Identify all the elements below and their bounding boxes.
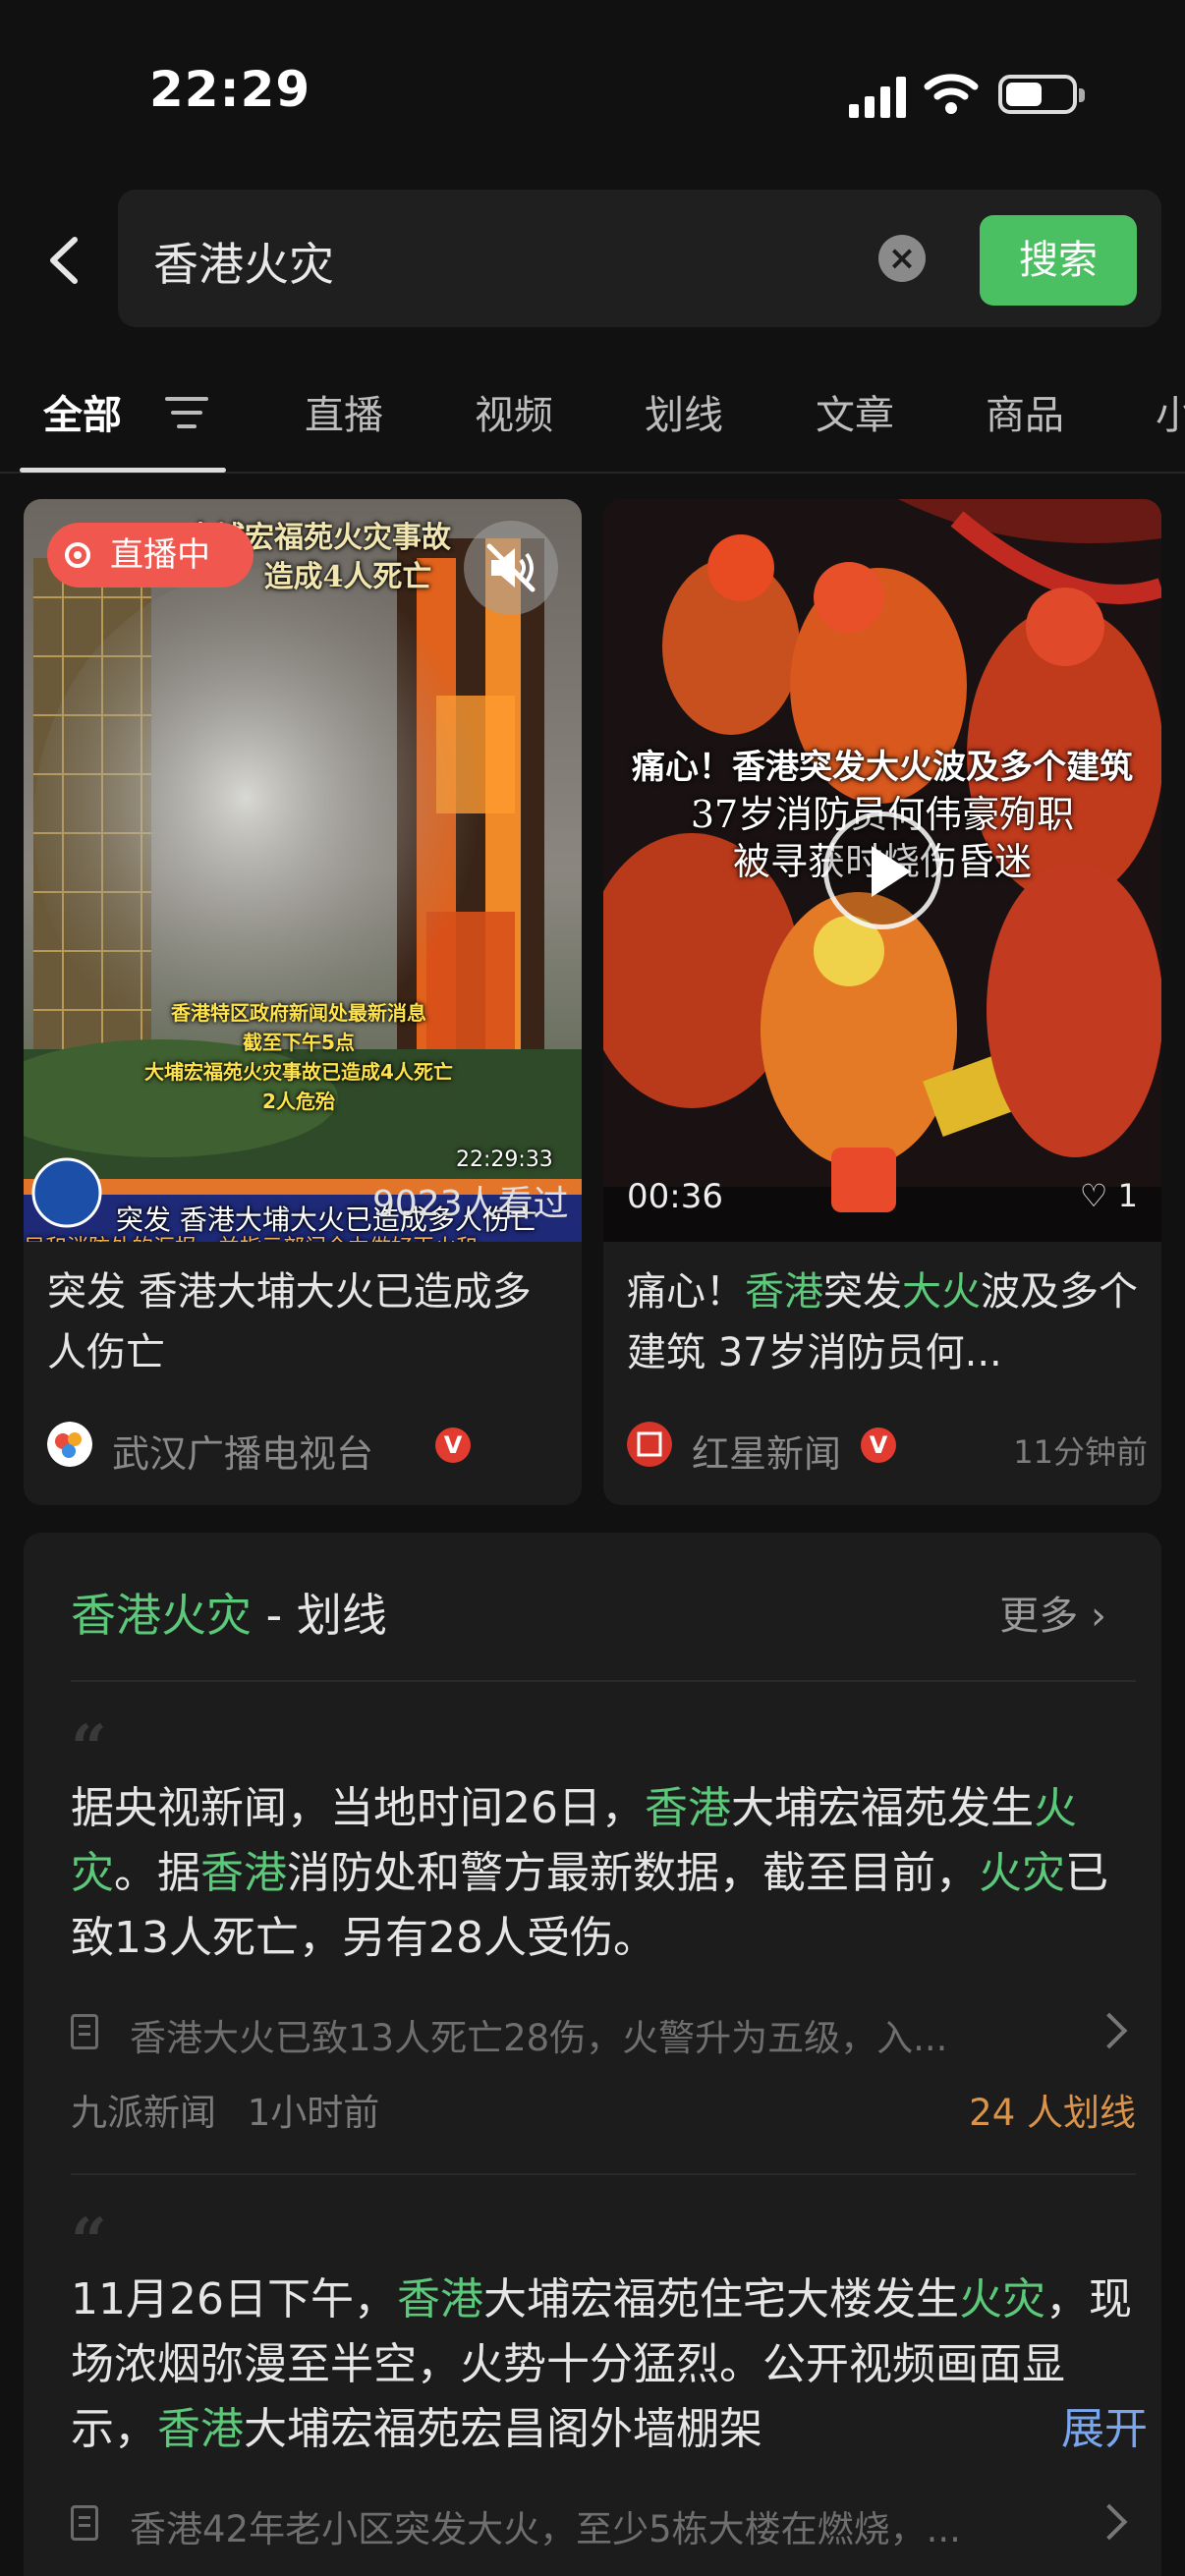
source-name[interactable]: 红星新闻: [692, 1424, 841, 1478]
live-dot-icon: [65, 542, 90, 568]
tab-live[interactable]: 直播: [305, 383, 383, 440]
overlay-bottom-crawl: 局和消防处的汇报，并指示部门全力做好灭火和: [24, 1230, 582, 1242]
cellular-signal-icon: [849, 73, 906, 118]
back-arrow-icon[interactable]: [35, 226, 94, 295]
card-meta: 武汉广播电视台 V: [47, 1418, 568, 1477]
document-icon: [71, 2014, 98, 2049]
section-title: 香港火灾 - 划线: [71, 1589, 387, 1642]
live-badge: 直播中: [47, 523, 254, 588]
source-name[interactable]: 武汉广播电视台: [112, 1424, 373, 1478]
highlight-text[interactable]: 据央视新闻，当地时间26日，香港大埔宏福苑发生火灾。据香港消防处和警方最新数据，…: [71, 1776, 1132, 1971]
search-box[interactable]: 香港火灾 × 搜索: [118, 190, 1161, 327]
like-count[interactable]: ♡ 1: [1080, 1177, 1138, 1214]
source-article-title: 香港大火已致13人死亡28伤，火警升为五级，入...: [130, 2017, 948, 2059]
overlay-news-note: 香港特区政府新闻处最新消息 截至下午5点 大埔宏福苑火灾事故已造成4人死亡 2人…: [144, 1001, 453, 1113]
search-button[interactable]: 搜索: [980, 215, 1137, 306]
quote-icon: “: [71, 2205, 107, 2278]
tab-more[interactable]: 小: [1156, 383, 1185, 440]
card-title[interactable]: 痛心！香港突发大火波及多个建筑 37岁消防员何...: [627, 1261, 1138, 1383]
filter-tabs: 全部 直播 视频 划线 文章 商品 小: [0, 364, 1185, 474]
play-icon[interactable]: [823, 812, 941, 929]
tab-video[interactable]: 视频: [475, 383, 553, 440]
video-thumbnail[interactable]: 痛心！香港突发大火波及多个建筑 37岁消防员何伟豪殉职 被寻获时烧伤昏迷 00:…: [603, 499, 1161, 1242]
verified-icon: V: [861, 1428, 896, 1463]
source-article-link[interactable]: 香港大火已致13人死亡28伤，火警升为五级，入...: [71, 2004, 1132, 2059]
divider: [71, 2173, 1136, 2175]
tab-products[interactable]: 商品: [986, 383, 1064, 440]
tab-all[interactable]: 全部: [43, 383, 122, 440]
expand-button[interactable]: 展开: [1022, 2397, 1148, 2462]
publish-time: 11分钟前: [1013, 1433, 1148, 1471]
highlights-section: 香港火灾 - 划线 更多 › “ 据央视新闻，当地时间26日，香港大埔宏福苑发生…: [24, 1533, 1161, 2576]
highlight-count: 24 人划线: [969, 2092, 1136, 2134]
card-meta: 红星新闻 V 11分钟前: [627, 1418, 1148, 1477]
search-row: 香港火灾 × 搜索: [0, 187, 1185, 334]
tab-articles[interactable]: 文章: [816, 383, 894, 440]
wifi-icon: [924, 74, 979, 114]
tab-highlights[interactable]: 划线: [645, 383, 723, 440]
overlay-headline-2: 造成4人死亡: [263, 560, 432, 594]
source-article-title: 香港42年老小区突发大火，至少5栋大楼在燃烧，...: [130, 2508, 961, 2550]
live-video-card[interactable]: 大埔宏福苑火灾事故 造成4人死亡 香港特区政府新闻处最新消息 截至下午5点 大埔…: [24, 499, 582, 1505]
overlay-clock: 22:29:33: [456, 1148, 553, 1172]
source-article-link[interactable]: 香港42年老小区突发大火，至少5栋大楼在燃烧，...: [71, 2495, 1132, 2550]
chevron-right-icon: ›: [1078, 1594, 1106, 1639]
document-icon: [71, 2505, 98, 2541]
chevron-right-icon: [1091, 2503, 1128, 2541]
live-thumbnail[interactable]: 大埔宏福苑火灾事故 造成4人死亡 香港特区政府新闻处最新消息 截至下午5点 大埔…: [24, 499, 582, 1242]
search-input[interactable]: 香港火灾: [153, 229, 334, 294]
filter-icon[interactable]: [165, 393, 208, 432]
status-bar: 22:29: [0, 0, 1185, 187]
battery-icon: [998, 75, 1085, 114]
status-time: 22:29: [149, 61, 311, 118]
highlight-text[interactable]: 11月26日下午，香港大埔宏福苑住宅大楼发生火灾，现场浓烟弥漫至半空，火势十分猛…: [71, 2268, 1132, 2462]
verified-icon: V: [435, 1428, 471, 1463]
source-logo: [47, 1422, 92, 1467]
more-link[interactable]: 更多 ›: [999, 1584, 1106, 1641]
speaker-muted-icon: [486, 543, 536, 592]
video-card[interactable]: 痛心！香港突发大火波及多个建筑 37岁消防员何伟豪殉职 被寻获时烧伤昏迷 00:…: [603, 499, 1161, 1505]
overlay-line-1: 痛心！香港突发大火波及多个建筑: [632, 748, 1133, 787]
video-duration: 00:36: [627, 1177, 723, 1216]
mute-button[interactable]: [464, 521, 558, 615]
card-title[interactable]: 突发 香港大埔大火已造成多人伤亡: [47, 1261, 558, 1383]
quote-icon: “: [71, 1711, 107, 1785]
chevron-right-icon: [1091, 2012, 1128, 2049]
divider: [71, 1680, 1136, 1682]
clear-search-icon[interactable]: ×: [878, 235, 926, 282]
active-tab-indicator: [20, 468, 226, 473]
source-logo: [627, 1422, 672, 1467]
publish-time: 1小时前: [247, 2092, 380, 2134]
viewer-count: 9023人看过: [372, 1184, 569, 1224]
publisher: 九派新闻: [71, 2092, 216, 2134]
heart-icon: ♡: [1079, 1177, 1108, 1214]
highlight-footer: 九派新闻 1小时前 24 人划线: [71, 2083, 1136, 2138]
